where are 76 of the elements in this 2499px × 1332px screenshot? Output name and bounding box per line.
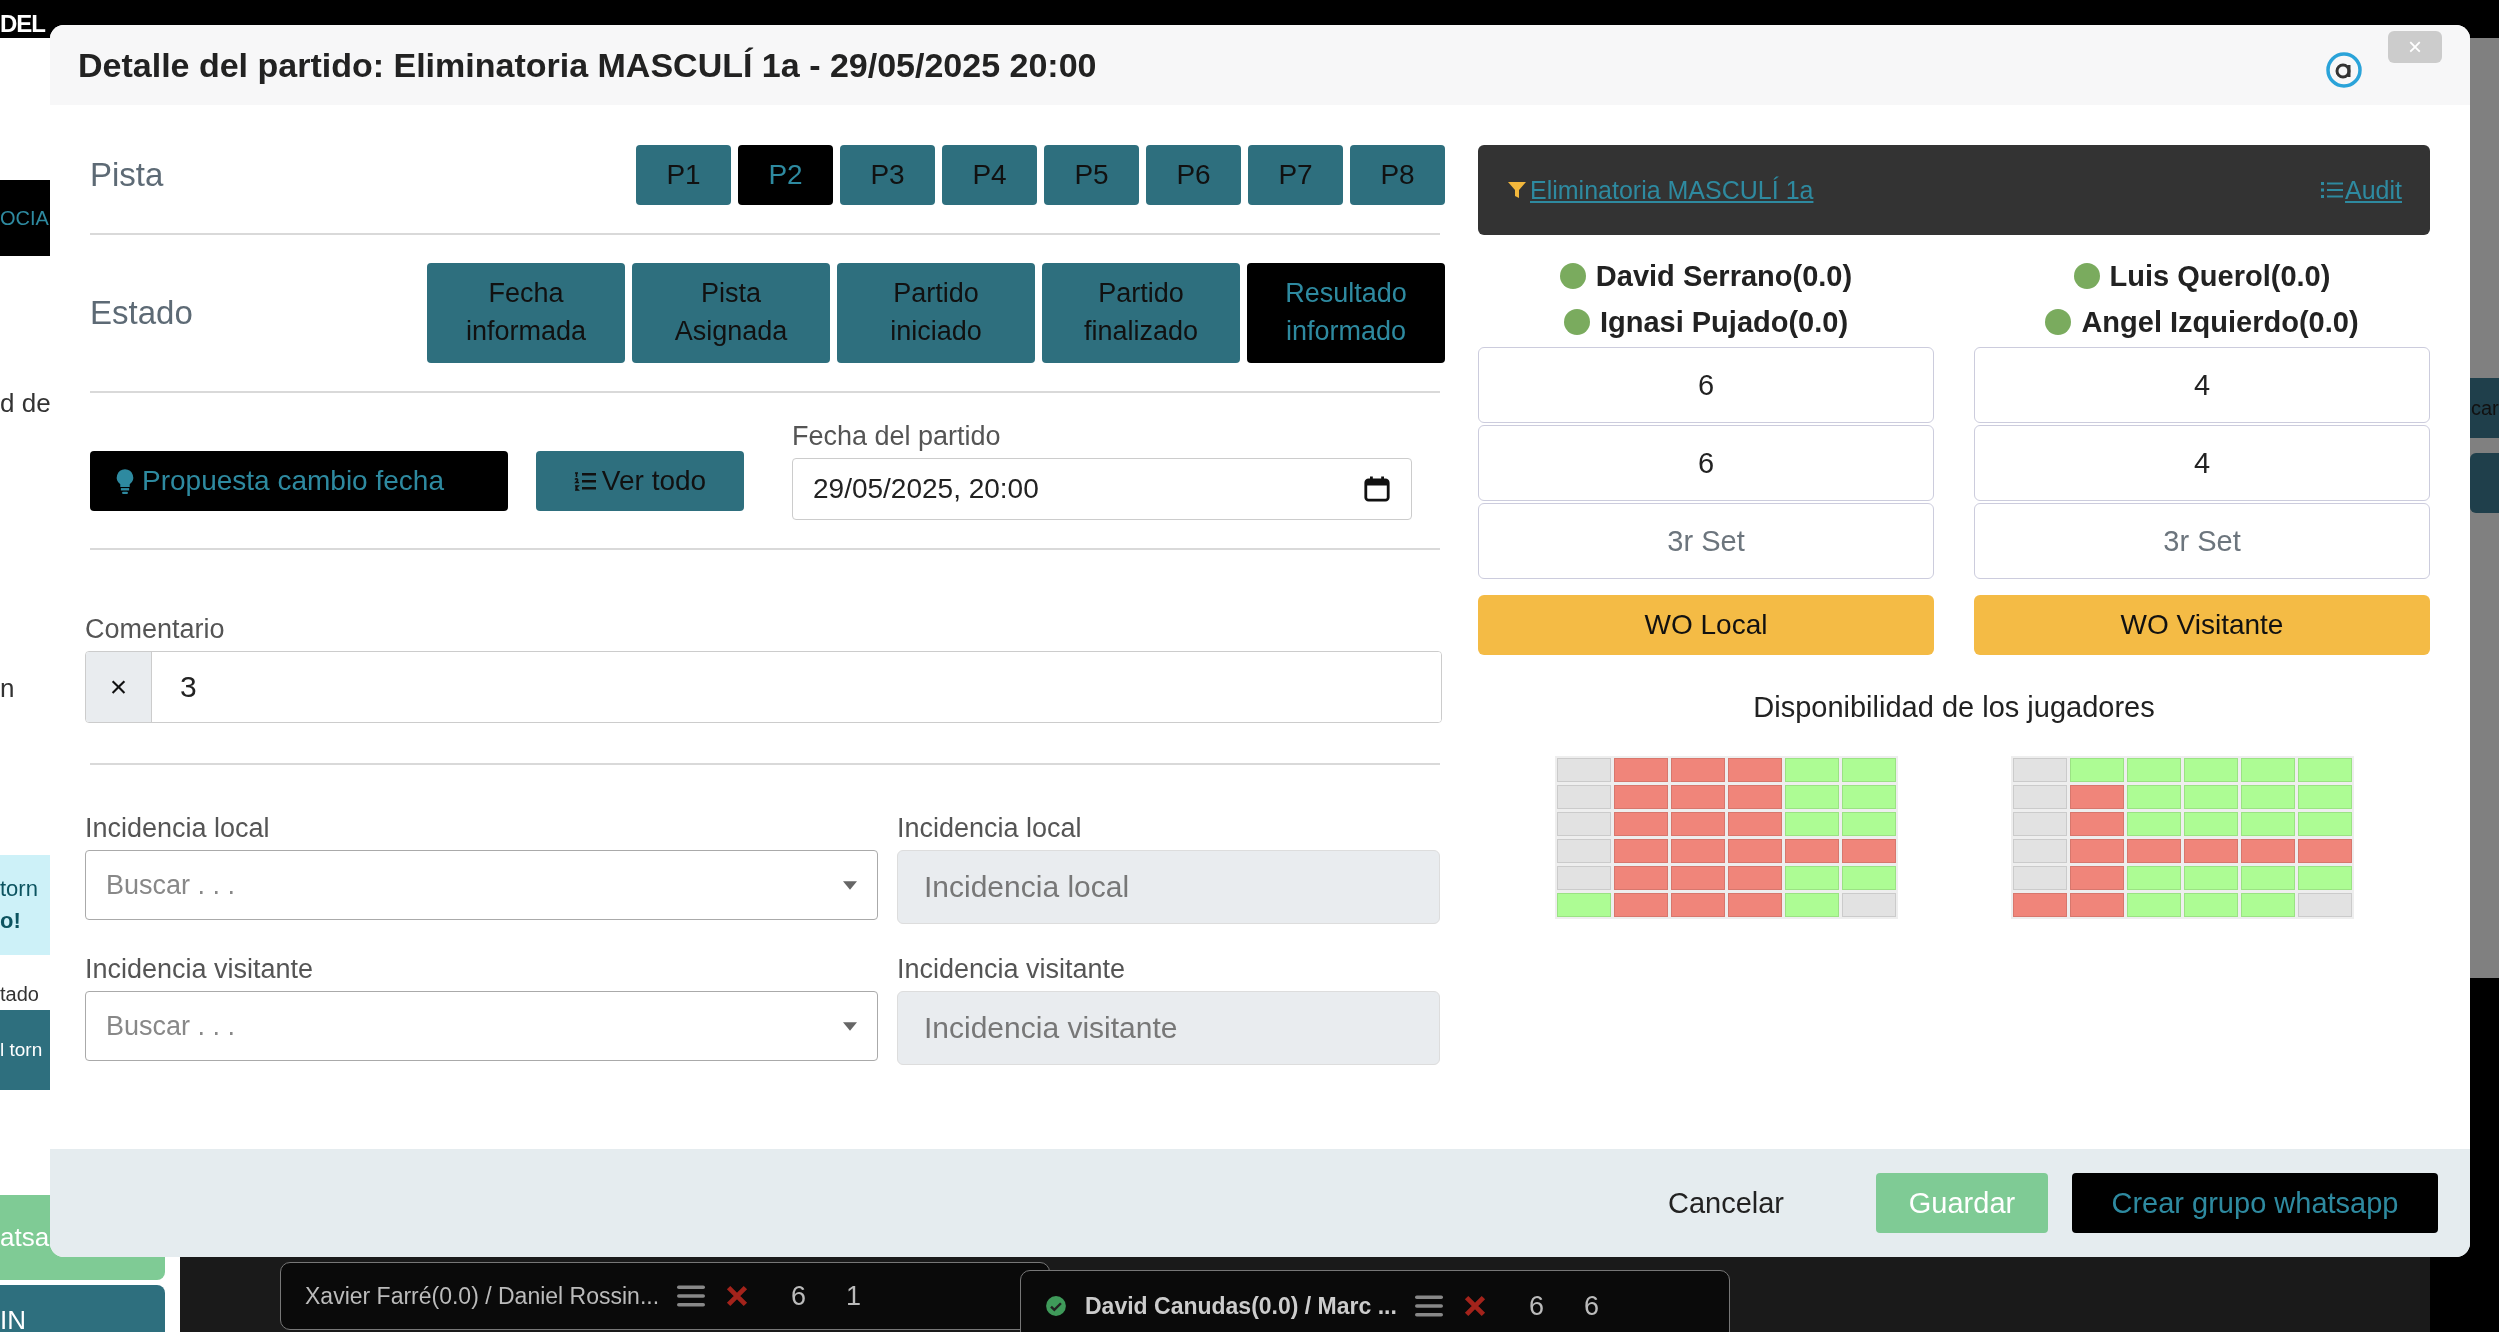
clear-button[interactable]: × bbox=[86, 652, 152, 722]
check-circle-icon bbox=[1045, 1295, 1067, 1317]
set-score-field[interactable]: 6 bbox=[1478, 425, 1934, 501]
list-icon bbox=[2321, 180, 2343, 200]
status-button[interactable]: Resultado informado bbox=[1247, 263, 1445, 363]
set-score-field[interactable]: 4 bbox=[1974, 347, 2430, 423]
player-name: Angel Izquierdo(0.0) bbox=[2081, 305, 2359, 339]
set-score-field[interactable]: 4 bbox=[1974, 425, 2430, 501]
walkover-button[interactable]: WO Local bbox=[1478, 595, 1934, 655]
court-button[interactable]: P7 bbox=[1248, 145, 1343, 205]
filter-icon bbox=[1506, 180, 1528, 200]
background-text: o! bbox=[0, 908, 22, 934]
audit-link[interactable]: Audit bbox=[2321, 175, 2402, 205]
status-button[interactable]: Pista Asignada bbox=[632, 263, 830, 363]
background-text: d de bbox=[0, 388, 51, 419]
court-button[interactable]: P4 bbox=[942, 145, 1037, 205]
menu-icon[interactable] bbox=[677, 1284, 706, 1308]
tournament-link[interactable]: Eliminatoria MASCULÍ 1a bbox=[1506, 175, 1814, 205]
player-name: Ignasi Pujado(0.0) bbox=[1599, 305, 1849, 339]
status-button[interactable]: Partido finalizado bbox=[1042, 263, 1240, 363]
logo-icon bbox=[2324, 50, 2364, 90]
status-dot-icon bbox=[2045, 309, 2072, 335]
field-label: Incidencia local bbox=[897, 813, 1083, 844]
walkover-button[interactable]: WO Visitante bbox=[1974, 595, 2430, 655]
background-text: torn bbox=[0, 876, 39, 902]
comment-field[interactable]: × 3 bbox=[85, 651, 1442, 723]
field-label: Incidencia visitante bbox=[897, 954, 1127, 985]
status-dot-icon bbox=[1559, 263, 1586, 289]
field-label: Estado bbox=[89, 294, 193, 332]
field-label: Pista bbox=[89, 156, 164, 194]
calendar-icon[interactable] bbox=[1363, 475, 1391, 503]
propose-date-button[interactable]: Propuesta cambio fecha bbox=[90, 451, 508, 511]
status-dot-icon bbox=[2073, 263, 2100, 289]
set-score-field[interactable]: 3r Set bbox=[1974, 503, 2430, 579]
set-score-field[interactable]: 6 bbox=[1478, 347, 1934, 423]
set-score-field[interactable]: 3r Set bbox=[1478, 503, 1934, 579]
background-panel: IN bbox=[0, 1285, 165, 1332]
court-button[interactable]: P2 bbox=[738, 145, 833, 205]
footer-button[interactable]: Cancelar bbox=[1639, 1173, 1812, 1233]
incidence-select[interactable]: Buscar . . . bbox=[85, 991, 878, 1061]
caret-icon bbox=[843, 880, 857, 890]
menu-icon[interactable] bbox=[1414, 1294, 1443, 1318]
player-name: David Serrano(0.0) bbox=[1595, 259, 1853, 293]
field-label: Incidencia visitante bbox=[85, 954, 315, 985]
section-title: Disponibilidad de los jugadores bbox=[1752, 691, 2156, 724]
background-text: tado bbox=[0, 983, 39, 1006]
status-dot-icon bbox=[1563, 309, 1590, 335]
lightbulb-icon bbox=[114, 468, 136, 494]
court-button[interactable]: P3 bbox=[840, 145, 935, 205]
match-players: David Canudas(0.0) / Marc ... bbox=[1085, 1292, 1397, 1320]
court-button[interactable]: P6 bbox=[1146, 145, 1241, 205]
field-label: Incidencia local bbox=[85, 813, 271, 844]
footer-button[interactable]: Guardar bbox=[1876, 1173, 2048, 1233]
match-players: Xavier Farré(0.0) / Daniel Rossin... bbox=[305, 1282, 660, 1310]
date-field[interactable]: 29/05/2025, 20:00 bbox=[792, 458, 1412, 520]
status-button[interactable]: Fecha informada bbox=[427, 263, 625, 363]
match-card[interactable]: David Canudas(0.0) / Marc ... 6 6 bbox=[1020, 1270, 1730, 1332]
field-label: Comentario bbox=[85, 614, 226, 645]
court-button[interactable]: P5 bbox=[1044, 145, 1139, 205]
background-text: n bbox=[0, 673, 15, 704]
court-button[interactable]: P1 bbox=[636, 145, 731, 205]
score-text: 6 bbox=[1583, 1290, 1599, 1322]
match-card[interactable]: Xavier Farré(0.0) / Daniel Rossin... 6 1 bbox=[280, 1262, 1050, 1330]
dialog-title: Detalle del partido: Eliminatoria MASCULÍ 1a - 29/05/2025 20:00 bbox=[78, 45, 1098, 85]
court-button[interactable]: P8 bbox=[1350, 145, 1445, 205]
view-all-button[interactable]: Ver todo bbox=[536, 451, 744, 511]
incidence-select[interactable]: Buscar . . . bbox=[85, 850, 878, 920]
field-label: Fecha del partido bbox=[792, 421, 1002, 452]
footer-button[interactable]: Crear grupo whatsapp bbox=[2072, 1173, 2438, 1233]
score-text: 6 bbox=[791, 1280, 807, 1312]
player-name: Luis Querol(0.0) bbox=[2109, 259, 2331, 293]
score-text: 6 bbox=[1528, 1290, 1544, 1322]
caret-icon bbox=[843, 1021, 857, 1031]
score-text: 1 bbox=[846, 1280, 862, 1312]
brand-text: DEL bbox=[0, 10, 45, 38]
status-button[interactable]: Partido iniciado bbox=[837, 263, 1035, 363]
